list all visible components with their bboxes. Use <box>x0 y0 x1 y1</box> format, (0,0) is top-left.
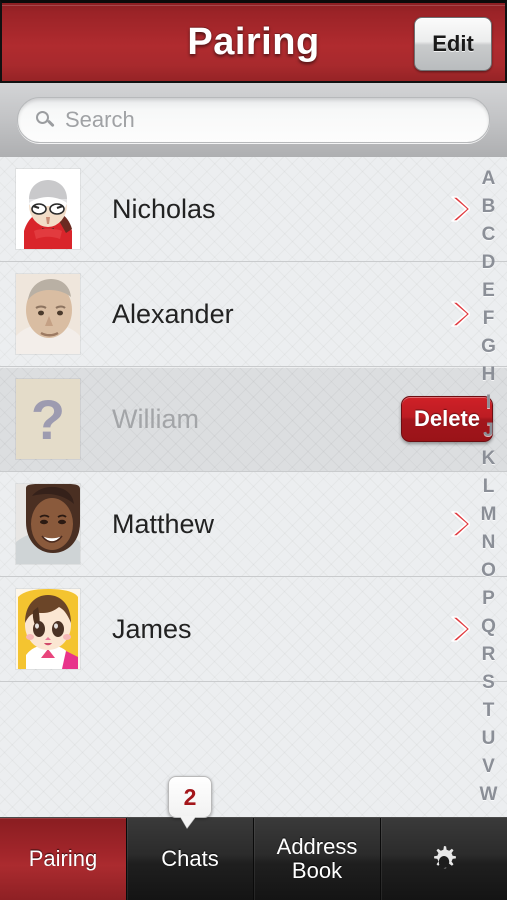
contact-name: William <box>112 403 199 434</box>
search-placeholder: Search <box>65 107 135 132</box>
index-letter[interactable]: J <box>470 417 507 445</box>
index-letter[interactable]: M <box>470 501 507 529</box>
index-letter[interactable]: B <box>470 193 507 221</box>
index-letter[interactable]: P <box>470 585 507 613</box>
svg-text:?: ? <box>31 388 65 451</box>
edit-button[interactable]: Edit <box>414 17 492 71</box>
index-letter[interactable]: E <box>470 277 507 305</box>
anime-character-icon <box>16 589 80 669</box>
contact-name: Alexander <box>112 298 234 329</box>
tab-pairing[interactable]: Pairing <box>0 818 127 900</box>
tab-bar: Pairing 2 Chats Address Book <box>0 776 507 900</box>
index-letter[interactable]: V <box>470 753 507 781</box>
index-letter[interactable]: S <box>470 669 507 697</box>
tab-address-book[interactable]: Address Book <box>254 818 381 900</box>
contact-name: Nicholas <box>112 193 216 224</box>
search-input[interactable]: Search <box>17 97 490 143</box>
avatar <box>16 169 80 249</box>
tab-label: Address Book <box>276 834 358 883</box>
chevron-right-icon <box>451 301 470 327</box>
chevron-right-icon <box>451 196 470 222</box>
search-icon <box>36 110 55 130</box>
index-letter[interactable]: R <box>470 641 507 669</box>
table-row[interactable]: ? William Delete <box>0 367 507 472</box>
list-empty-area <box>0 682 507 817</box>
table-row[interactable]: Nicholas <box>0 157 507 262</box>
gear-icon <box>434 846 456 869</box>
tab-settings[interactable] <box>381 818 507 900</box>
avatar <box>16 589 80 669</box>
index-letter[interactable]: F <box>470 305 507 333</box>
contact-list[interactable]: Nicholas Alexander ? William Delete Matt… <box>0 157 507 817</box>
index-letter[interactable]: Q <box>470 613 507 641</box>
avatar <box>16 274 80 354</box>
page-title: Pairing <box>187 20 320 63</box>
tab-label: Chats <box>161 846 219 872</box>
contact-name: James <box>112 613 192 644</box>
avatar: ? <box>16 379 80 459</box>
index-letter[interactable]: A <box>470 165 507 193</box>
table-row[interactable]: James <box>0 577 507 682</box>
question-mark-placeholder-icon: ? <box>16 379 80 459</box>
index-letter[interactable]: W <box>470 781 507 809</box>
index-letter[interactable]: D <box>470 249 507 277</box>
index-letter[interactable]: I <box>470 389 507 417</box>
elderly-man-photo <box>16 274 80 354</box>
table-row[interactable]: Matthew <box>0 472 507 577</box>
index-letter[interactable]: N <box>470 529 507 557</box>
contact-name: Matthew <box>112 508 215 539</box>
title-bar: Pairing Edit <box>0 0 507 83</box>
chats-badge: 2 <box>168 776 212 818</box>
table-row[interactable]: Alexander <box>0 262 507 367</box>
index-letter[interactable]: G <box>470 333 507 361</box>
index-letter[interactable]: C <box>470 221 507 249</box>
cartoon-skier-icon <box>16 169 80 249</box>
tab-chats[interactable]: 2 Chats <box>127 776 254 900</box>
chevron-right-icon <box>451 616 470 642</box>
search-bar: Search <box>0 83 507 157</box>
index-letter[interactable]: T <box>470 697 507 725</box>
index-letter[interactable]: U <box>470 725 507 753</box>
avatar <box>16 484 80 564</box>
index-letter[interactable]: O <box>470 557 507 585</box>
tab-label: Pairing <box>28 846 98 872</box>
chevron-right-icon <box>451 511 470 537</box>
smiling-woman-photo <box>16 484 80 564</box>
index-letter[interactable]: K <box>470 445 507 473</box>
index-letter[interactable]: L <box>470 473 507 501</box>
index-letter[interactable]: H <box>470 361 507 389</box>
alphabet-index[interactable]: A B C D E F G H I J K L M N O P Q R S T … <box>470 157 507 817</box>
